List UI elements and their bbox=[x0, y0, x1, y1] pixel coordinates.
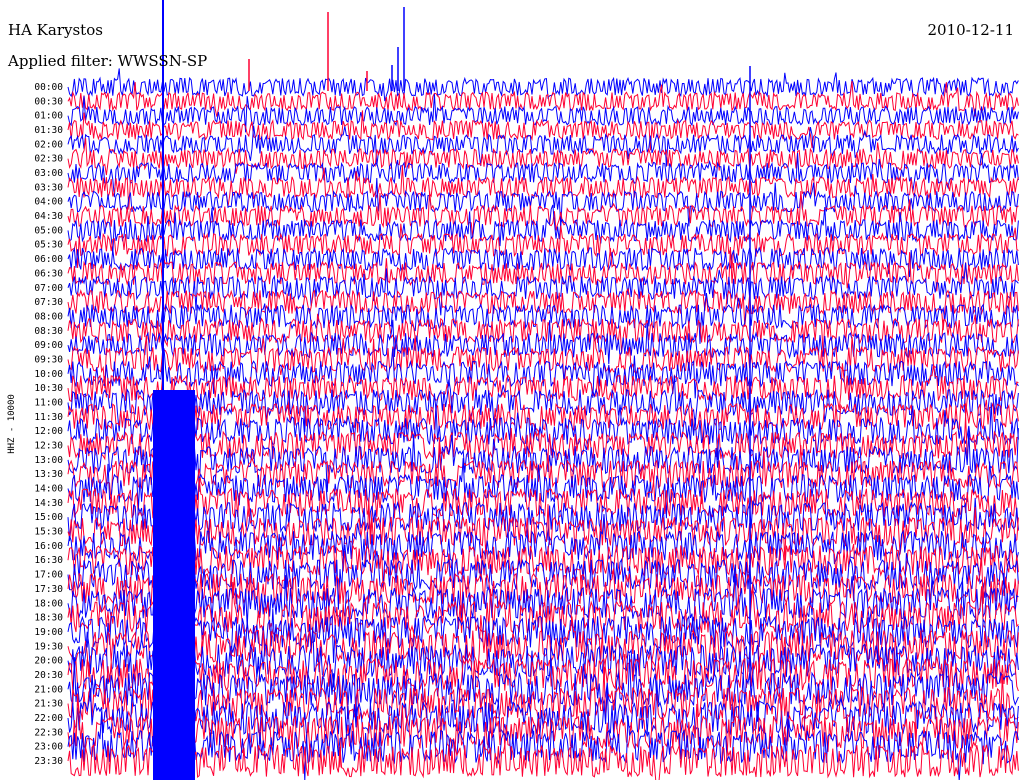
row-time-label: 14:30 bbox=[34, 498, 63, 509]
row-time-label: 20:00 bbox=[34, 656, 63, 667]
row-time-label: 22:00 bbox=[34, 713, 63, 724]
date-label: 2010-12-11 bbox=[927, 21, 1014, 39]
row-time-label: 19:30 bbox=[34, 641, 63, 652]
seismic-trace-line bbox=[67, 68, 1019, 102]
seismic-trace-line bbox=[67, 138, 1019, 176]
row-time-label: 08:30 bbox=[34, 326, 63, 337]
trace-group bbox=[67, 0, 1019, 780]
row-time-label: 15:30 bbox=[34, 527, 63, 538]
row-label-group: 00:00 00:30 01:00 01:30 02:00 02:30 03:00 03:30… bbox=[34, 82, 63, 767]
row-time-label: 02:30 bbox=[34, 154, 63, 165]
row-time-label: 09:30 bbox=[34, 354, 63, 365]
row-time-label: 19:00 bbox=[34, 627, 63, 638]
row-time-label: 05:30 bbox=[34, 240, 63, 251]
row-time-label: 22:30 bbox=[34, 727, 63, 738]
seismic-trace-line bbox=[67, 223, 1019, 269]
helicorder-plot: 00:00 00:30 01:00 01:30 02:00 02:30 03:00 03:30… bbox=[0, 0, 1024, 780]
row-time-label: 10:30 bbox=[34, 383, 63, 394]
row-time-label: 21:00 bbox=[34, 684, 63, 695]
seismogram-canvas: 00:00 00:30 01:00 01:30 02:00 02:30 03:00 03:30… bbox=[34, 0, 1019, 780]
row-time-label: 13:00 bbox=[34, 455, 63, 466]
row-time-label: 08:00 bbox=[34, 311, 63, 322]
row-time-label: 00:30 bbox=[34, 96, 63, 107]
row-time-label: 11:30 bbox=[34, 412, 63, 423]
row-time-label: 05:00 bbox=[34, 225, 63, 236]
row-time-label: 16:30 bbox=[34, 555, 63, 566]
row-time-label: 00:00 bbox=[34, 82, 63, 93]
row-time-label: 06:30 bbox=[34, 268, 63, 279]
row-time-label: 10:00 bbox=[34, 369, 63, 380]
event-burst-block bbox=[153, 390, 195, 780]
seismic-trace-line bbox=[67, 165, 1019, 210]
station-title: HA Karystos bbox=[8, 21, 103, 39]
row-time-label: 03:30 bbox=[34, 182, 63, 193]
row-time-label: 18:30 bbox=[34, 613, 63, 624]
row-time-label: 14:00 bbox=[34, 484, 63, 495]
row-time-label: 12:30 bbox=[34, 441, 63, 452]
row-time-label: 07:00 bbox=[34, 283, 63, 294]
row-time-label: 04:00 bbox=[34, 197, 63, 208]
row-time-label: 06:00 bbox=[34, 254, 63, 265]
row-time-label: 20:30 bbox=[34, 670, 63, 681]
row-time-label: 03:00 bbox=[34, 168, 63, 179]
row-time-label: 17:00 bbox=[34, 570, 63, 581]
row-time-label: 15:00 bbox=[34, 512, 63, 523]
row-time-label: 13:30 bbox=[34, 469, 63, 480]
row-time-label: 17:30 bbox=[34, 584, 63, 595]
row-time-label: 23:30 bbox=[34, 756, 63, 767]
row-time-label: 23:00 bbox=[34, 742, 63, 753]
row-time-label: 18:00 bbox=[34, 598, 63, 609]
row-time-label: 16:00 bbox=[34, 541, 63, 552]
row-time-label: 12:00 bbox=[34, 426, 63, 437]
row-time-label: 02:00 bbox=[34, 139, 63, 150]
seismic-trace-line bbox=[67, 204, 1019, 254]
row-time-label: 11:00 bbox=[34, 397, 63, 408]
filter-subtitle: Applied filter: WWSSN-SP bbox=[8, 52, 208, 70]
seismic-trace-line bbox=[67, 110, 1019, 151]
row-time-label: 01:00 bbox=[34, 111, 63, 122]
seismic-trace-line bbox=[67, 348, 1019, 399]
row-time-label: 01:30 bbox=[34, 125, 63, 136]
row-time-label: 09:00 bbox=[34, 340, 63, 351]
channel-axis-label: HHZ - 10000 bbox=[7, 394, 17, 454]
row-time-label: 07:30 bbox=[34, 297, 63, 308]
row-time-label: 21:30 bbox=[34, 699, 63, 710]
row-time-label: 04:30 bbox=[34, 211, 63, 222]
